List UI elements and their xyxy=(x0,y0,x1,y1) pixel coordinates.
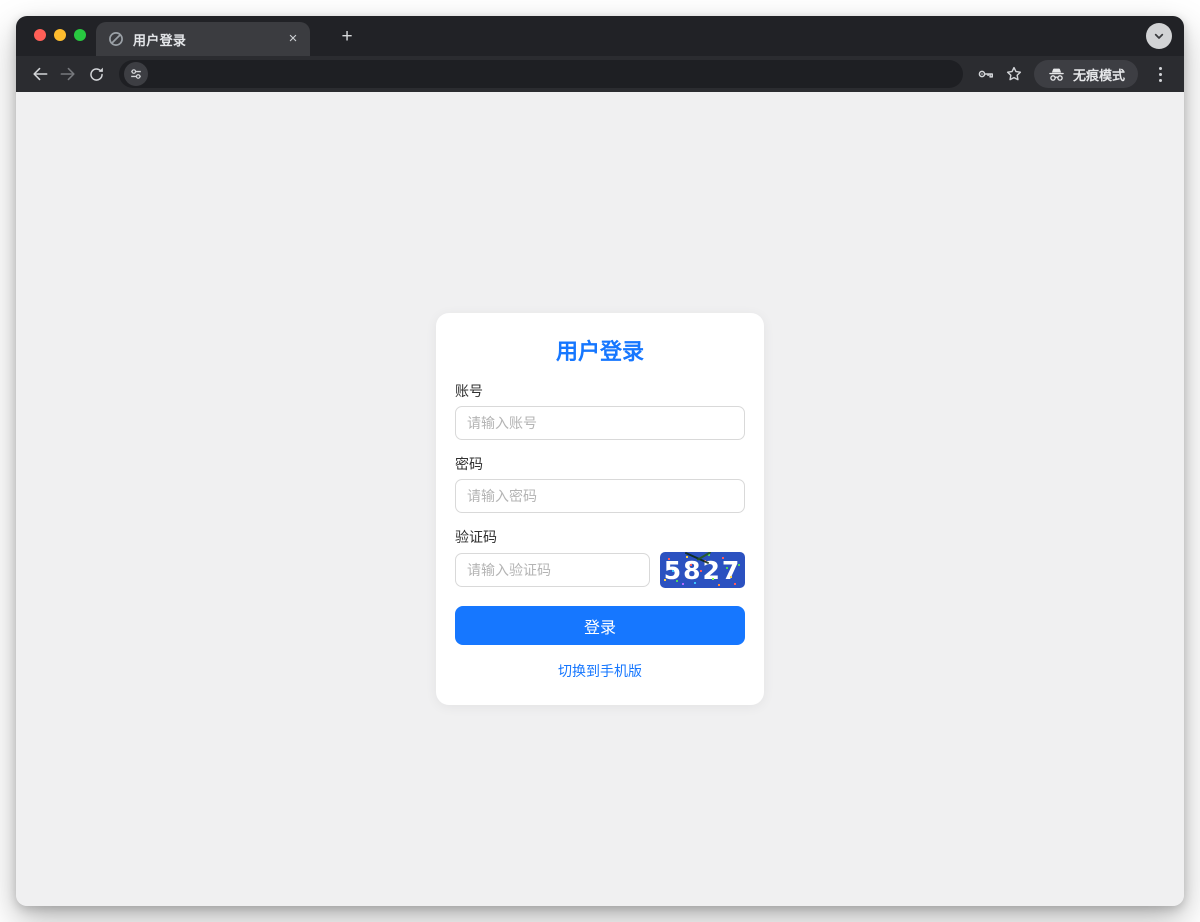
chevron-down-icon xyxy=(1151,28,1167,44)
reload-icon xyxy=(87,65,106,84)
three-dot-menu-icon xyxy=(1159,67,1162,82)
forward-arrow-icon xyxy=(58,64,78,84)
incognito-label: 无痕模式 xyxy=(1073,65,1125,84)
close-window-button[interactable] xyxy=(34,29,46,41)
star-icon xyxy=(1004,64,1024,84)
browser-window: 用户登录 × + xyxy=(16,16,1184,906)
account-input[interactable] xyxy=(455,406,745,440)
default-page-favicon-icon xyxy=(108,31,124,47)
tune-sliders-icon xyxy=(129,67,143,81)
back-button[interactable] xyxy=(26,60,54,88)
tab-title: 用户登录 xyxy=(133,30,284,49)
maximize-window-button[interactable] xyxy=(74,29,86,41)
tab-strip-chevron-button[interactable] xyxy=(1146,23,1172,49)
site-settings-button[interactable] xyxy=(124,62,148,86)
account-label: 账号 xyxy=(455,383,745,399)
bookmark-button[interactable] xyxy=(1000,60,1028,88)
page-background: 用户登录 账号 密码 验证码 5827 登录 切换到手机版 xyxy=(16,92,1184,906)
password-label: 密码 xyxy=(455,456,745,472)
password-manager-button[interactable] xyxy=(972,60,1000,88)
captcha-image[interactable]: 5827 xyxy=(660,552,745,588)
window-controls xyxy=(34,29,86,41)
tab-strip: 用户登录 × + xyxy=(16,16,1184,56)
captcha-row: 5827 xyxy=(455,552,745,588)
forward-button[interactable] xyxy=(54,60,82,88)
close-tab-icon[interactable]: × xyxy=(284,30,302,48)
key-icon xyxy=(976,64,996,84)
address-bar[interactable] xyxy=(119,60,963,88)
incognito-icon xyxy=(1047,65,1066,84)
captcha-noise xyxy=(660,552,662,554)
new-tab-button[interactable]: + xyxy=(334,24,360,50)
captcha-label: 验证码 xyxy=(455,529,745,545)
login-card: 用户登录 账号 密码 验证码 5827 登录 切换到手机版 xyxy=(436,313,764,705)
switch-to-mobile-link[interactable]: 切换到手机版 xyxy=(455,663,745,679)
reload-button[interactable] xyxy=(82,60,110,88)
captcha-input[interactable] xyxy=(455,553,650,587)
browser-toolbar: 无痕模式 xyxy=(16,56,1184,92)
login-button[interactable]: 登录 xyxy=(455,606,745,645)
page-title: 用户登录 xyxy=(455,337,745,367)
browser-menu-button[interactable] xyxy=(1146,60,1174,88)
incognito-badge[interactable]: 无痕模式 xyxy=(1034,60,1138,88)
back-arrow-icon xyxy=(30,64,50,84)
minimize-window-button[interactable] xyxy=(54,29,66,41)
browser-tab[interactable]: 用户登录 × xyxy=(96,22,310,56)
password-input[interactable] xyxy=(455,479,745,513)
